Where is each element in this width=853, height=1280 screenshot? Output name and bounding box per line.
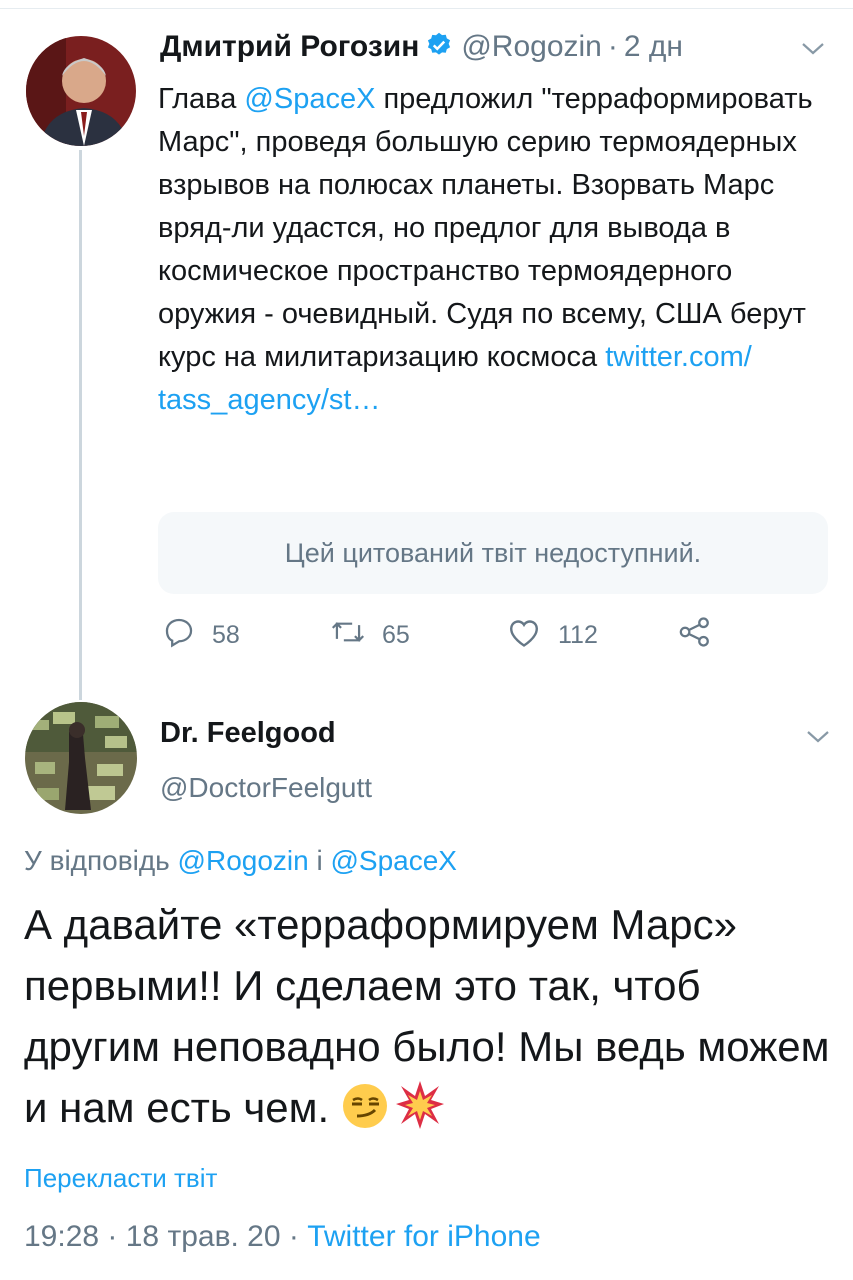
retweet-count: 65 <box>382 620 410 649</box>
retweet-icon <box>330 615 366 656</box>
author-handle[interactable]: @Rogozin <box>461 30 602 63</box>
reply-count: 58 <box>212 620 240 649</box>
reply-mention-spacex[interactable]: @SpaceX <box>330 845 457 876</box>
retweet-button[interactable]: 65 <box>330 610 410 660</box>
meta-sep: · <box>99 1220 126 1253</box>
dot-separator: · <box>607 30 618 63</box>
reply-prefix: У відповідь <box>24 845 178 876</box>
chevron-down-icon[interactable] <box>800 38 826 63</box>
collision-emoji-icon <box>395 1080 445 1146</box>
chevron-down-icon[interactable] <box>805 726 831 751</box>
top-divider <box>0 0 853 9</box>
tweet-time[interactable]: 19:28 <box>24 1220 99 1253</box>
reply-and: і <box>308 845 331 876</box>
thread-line <box>79 150 82 700</box>
tweet-text: А давайте «терраформируем Марс» первыми!… <box>24 894 839 1146</box>
reply-mention-rogozin[interactable]: @Rogozin <box>178 845 309 876</box>
tweet-date[interactable]: 18 трав. 20 <box>126 1220 281 1253</box>
like-button[interactable]: 112 <box>506 610 598 660</box>
replying-to: У відповідь @Rogozin і @SpaceX <box>24 845 457 877</box>
author-handle[interactable]: @DoctorFeelgutt <box>160 772 372 804</box>
verified-badge-icon <box>425 31 453 67</box>
author-name[interactable]: Dr. Feelgood <box>160 717 336 750</box>
tweet-text: Глава @SpaceX предложил "терраформироват… <box>158 78 838 422</box>
share-button[interactable] <box>678 610 712 660</box>
author-name-text[interactable]: Дмитрий Рогозин <box>160 30 419 63</box>
tweet-actions: 58 65 112 <box>158 610 758 660</box>
avatar[interactable] <box>25 702 137 814</box>
smirking-face-emoji-icon <box>341 1082 389 1146</box>
translate-tweet-link[interactable]: Перекласти твіт <box>24 1163 217 1194</box>
quoted-tweet-unavailable: Цей цитований твіт недоступний. <box>158 512 828 594</box>
tweet-meta: 19:28 · 18 трав. 20 · Twitter for iPhone <box>24 1220 541 1254</box>
tweet-source[interactable]: Twitter for iPhone <box>307 1220 540 1253</box>
meta-sep: · <box>280 1220 308 1253</box>
like-count: 112 <box>558 620 598 649</box>
author-name[interactable]: Дмитрий Рогозин @Rogozin · 2 дн <box>160 30 683 67</box>
avatar[interactable] <box>26 36 136 146</box>
reply-button[interactable]: 58 <box>162 610 240 660</box>
tweet-text-part1: Глава <box>158 83 245 115</box>
mention-link[interactable]: @SpaceX <box>244 83 375 115</box>
share-icon <box>678 615 712 656</box>
tweet-text-part2: предложил "терраформировать Марс", прове… <box>158 83 813 373</box>
heart-icon <box>506 615 542 656</box>
tweet-age[interactable]: 2 дн <box>624 30 683 63</box>
reply-icon <box>162 615 196 656</box>
